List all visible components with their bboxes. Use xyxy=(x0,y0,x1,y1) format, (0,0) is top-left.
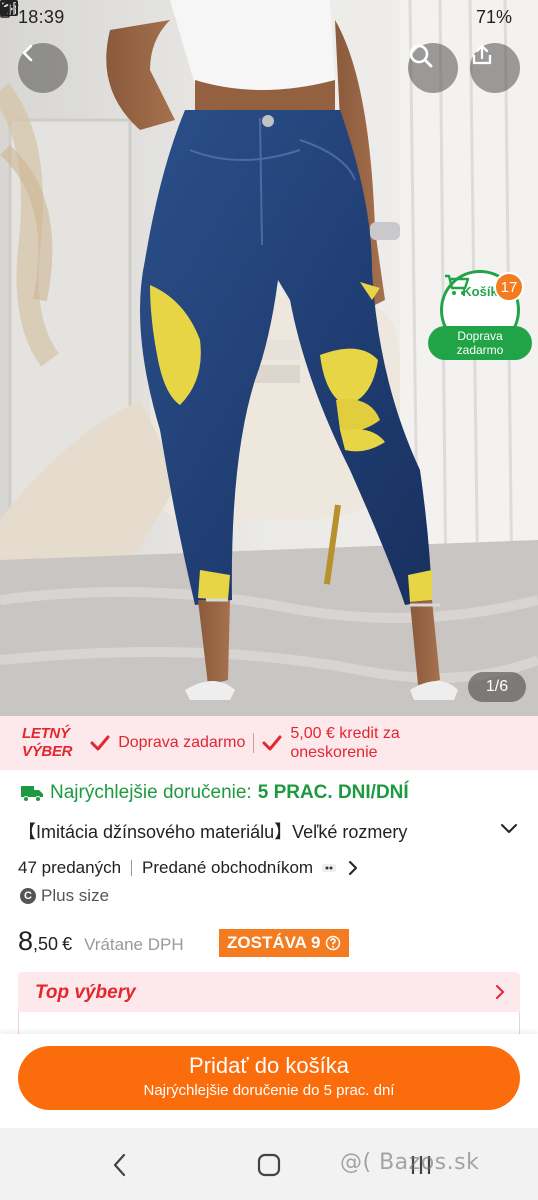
checkmark-icon xyxy=(262,735,282,751)
summer-sale-logo: LETNÝ VÝBER xyxy=(22,725,72,761)
nav-back-icon[interactable] xyxy=(112,1152,128,1178)
system-nav-bar: @( Bazos.sk xyxy=(0,1128,538,1200)
shopping-cart-icon xyxy=(445,274,470,295)
cart-shipping-line2: zadarmo xyxy=(456,343,504,357)
share-icon xyxy=(472,44,492,65)
add-to-cart-button[interactable]: Pridať do košíka Najrýchlejšie doručenie… xyxy=(18,1046,520,1110)
back-button[interactable] xyxy=(18,43,68,93)
question-icon xyxy=(325,935,340,951)
price-integer: 8 xyxy=(18,926,34,956)
cta-bar: Pridať do košíka Najrýchlejšie doručenie… xyxy=(0,1034,538,1128)
status-bar: 18:39 71% xyxy=(0,0,538,34)
status-time: 18:39 xyxy=(18,6,65,27)
chevron-down-icon xyxy=(501,824,517,833)
watermark: @( Bazos.sk xyxy=(340,1150,480,1175)
search-button[interactable] xyxy=(408,43,458,93)
nav-home-icon[interactable] xyxy=(256,1152,282,1178)
sales-info[interactable]: 47 predaných Predané obchodníkom xyxy=(18,858,359,878)
category-icon: C xyxy=(20,888,36,904)
price-currency: € xyxy=(62,934,73,954)
promo-strip[interactable]: LETNÝ VÝBER Doprava zadarmo 5,00 € kredi… xyxy=(0,716,538,770)
checkmark-icon xyxy=(90,735,110,751)
vat-note: Vrátane DPH xyxy=(84,935,184,954)
cart-shipping-line1: Doprava xyxy=(457,329,503,343)
delivery-value: 5 PRAC. DNI/DNÍ xyxy=(257,782,409,803)
delivery-truck-icon xyxy=(21,786,43,802)
top-picks-chevron xyxy=(494,984,506,1000)
floating-cart-button[interactable]: Košík 17 Doprava zadarmo xyxy=(428,270,532,362)
promo-logo-line2: VÝBER xyxy=(22,743,73,760)
sold-by-merchant: Predané obchodníkom xyxy=(142,858,314,877)
category-label: Plus size xyxy=(41,886,110,905)
promo-item2-line2: oneskorenie xyxy=(290,744,378,761)
stock-label: ZOSTÁVA 9 xyxy=(227,933,321,952)
expand-title-button[interactable] xyxy=(500,822,518,834)
chevron-left-icon xyxy=(22,44,33,62)
add-to-cart-label: Pridať do košíka xyxy=(189,1053,349,1078)
promo-free-shipping: Doprava zadarmo xyxy=(90,734,245,752)
promo-item2-line1: 5,00 € kredit za xyxy=(290,725,400,742)
fastest-delivery: Najrýchlejšie doručenie: 5 PRAC. DNI/DNÍ xyxy=(20,782,409,804)
merchant-badge-icon xyxy=(322,864,337,872)
search-icon xyxy=(409,44,433,68)
category-tag: C Plus size xyxy=(20,886,109,906)
chevron-right-icon xyxy=(349,861,358,875)
add-to-cart-sublabel: Najrýchlejšie doručenie do 5 prac. dní xyxy=(143,1082,395,1099)
top-picks-body xyxy=(18,1012,520,1036)
top-picks-title: Top výbery xyxy=(35,982,136,1003)
chevron-right-icon xyxy=(496,985,504,999)
price-decimal: ,50 xyxy=(33,934,59,954)
delivery-label: Najrýchlejšie doručenie: xyxy=(50,782,252,803)
cart-count-badge: 17 xyxy=(494,272,524,302)
promo-divider xyxy=(253,733,255,753)
battery-percent: 71% xyxy=(475,6,512,27)
top-picks-section[interactable]: Top výbery xyxy=(18,972,520,1036)
sales-divider xyxy=(131,860,133,876)
title-fade xyxy=(400,816,490,842)
product-image[interactable]: 18:39 71% Košík 17 Doprava zadarmo 1/6 xyxy=(0,0,538,716)
promo-logo-line1: LETNÝ xyxy=(22,725,70,742)
price-row: 8 ,50 € Vrátane DPH xyxy=(18,926,184,957)
share-button[interactable] xyxy=(470,43,520,93)
promo-item2-label: 5,00 € kredit za oneskorenie xyxy=(290,724,399,762)
stock-badge[interactable]: ZOSTÁVA 9 xyxy=(219,929,349,957)
promo-delay-credit: 5,00 € kredit za oneskorenie xyxy=(262,724,400,762)
cart-free-shipping: Doprava zadarmo xyxy=(428,326,532,360)
promo-item1-label: Doprava zadarmo xyxy=(118,734,246,751)
sold-count: 47 predaných xyxy=(18,858,122,877)
image-pager: 1/6 xyxy=(468,672,526,702)
